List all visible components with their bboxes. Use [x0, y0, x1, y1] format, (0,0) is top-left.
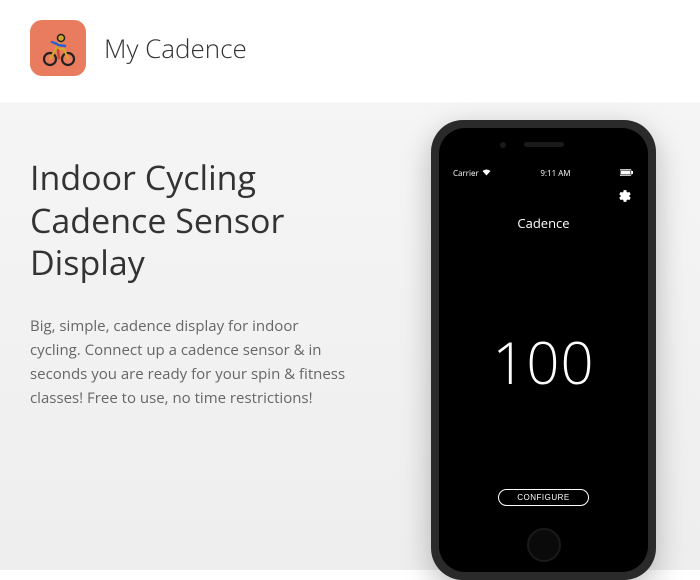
phone-camera: [500, 142, 506, 148]
phone-body: Carrier 9:11 AM Cadence 100: [439, 128, 648, 572]
status-time: 9:11 AM: [540, 168, 570, 179]
main-content: Indoor Cycling Cadence Sensor Display Bi…: [0, 96, 380, 410]
status-left: Carrier: [453, 168, 491, 179]
status-right: [620, 168, 634, 179]
status-bar: Carrier 9:11 AM: [445, 164, 642, 183]
app-icon: [30, 20, 86, 76]
phone-mockup: Carrier 9:11 AM Cadence 100: [431, 120, 656, 580]
gear-icon[interactable]: [618, 189, 632, 208]
description: Big, simple, cadence display for indoor …: [30, 314, 350, 410]
settings-row: [445, 183, 642, 210]
battery-icon: [620, 168, 634, 179]
headline: Indoor Cycling Cadence Sensor Display: [30, 156, 350, 284]
phone-screen: Carrier 9:11 AM Cadence 100: [445, 164, 642, 520]
header: My Cadence: [0, 0, 700, 96]
cadence-label: Cadence: [445, 214, 642, 232]
configure-button[interactable]: CONFIGURE: [498, 489, 589, 506]
home-button[interactable]: [527, 528, 561, 562]
cadence-value: 100: [445, 322, 642, 401]
app-title: My Cadence: [104, 30, 247, 66]
wifi-icon: [482, 168, 491, 179]
carrier-label: Carrier: [453, 168, 479, 179]
cyclist-icon: [38, 28, 78, 68]
phone-speaker: [524, 142, 564, 147]
